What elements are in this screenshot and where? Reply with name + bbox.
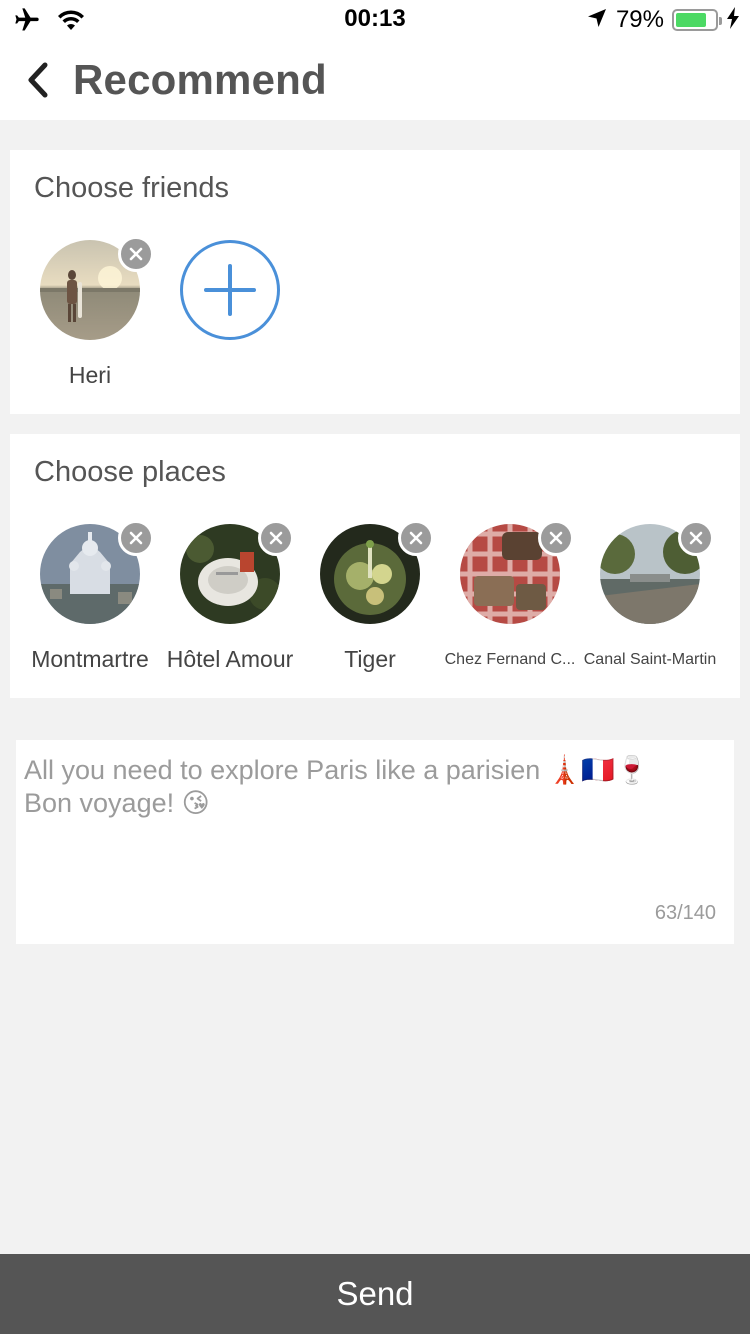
add-friend-button[interactable]	[180, 240, 280, 340]
friends-card: Choose friends Heri	[10, 150, 740, 414]
chevron-left-icon	[28, 62, 48, 98]
place-name: Montmartre	[31, 646, 149, 672]
page-title: Recommend	[73, 56, 327, 103]
remove-place-button[interactable]	[118, 520, 154, 556]
place-name: Canal Saint-Martin	[583, 651, 717, 668]
plus-icon	[204, 264, 256, 316]
friend-name: Heri	[68, 362, 112, 388]
battery-percent: 79%	[615, 6, 664, 33]
place-name: Tiger	[344, 646, 396, 672]
character-counter: 63/140	[654, 902, 716, 924]
close-icon	[129, 247, 143, 261]
charging-bolt-icon	[726, 6, 740, 34]
nav-bar: Recommend	[0, 40, 750, 120]
message-text: All you need to explore Paris like a par…	[24, 755, 649, 818]
remove-place-button[interactable]	[398, 520, 434, 556]
close-icon	[129, 531, 143, 545]
close-icon	[269, 531, 283, 545]
battery-icon	[672, 9, 722, 31]
close-icon	[689, 531, 703, 545]
remove-place-button[interactable]	[538, 520, 574, 556]
places-section-title: Choose places	[34, 456, 226, 488]
status-right: 79%	[586, 6, 740, 34]
remove-friend-button[interactable]	[118, 236, 154, 272]
remove-place-button[interactable]	[258, 520, 294, 556]
status-bar: 00:13 79%	[0, 0, 750, 40]
places-card: Choose places Montmartre Hôtel Amour Tig…	[10, 434, 740, 698]
back-button[interactable]	[16, 58, 60, 102]
place-name: Chez Fernand C...	[444, 651, 576, 668]
location-arrow-icon	[586, 7, 608, 34]
friends-section-title: Choose friends	[34, 172, 230, 204]
battery-level	[676, 13, 707, 27]
message-textarea[interactable]: All you need to explore Paris like a par…	[16, 740, 734, 944]
close-icon	[549, 531, 563, 545]
place-name: Hôtel Amour	[166, 646, 294, 672]
send-button[interactable]: Send	[0, 1254, 750, 1334]
close-icon	[409, 531, 423, 545]
remove-place-button[interactable]	[678, 520, 714, 556]
